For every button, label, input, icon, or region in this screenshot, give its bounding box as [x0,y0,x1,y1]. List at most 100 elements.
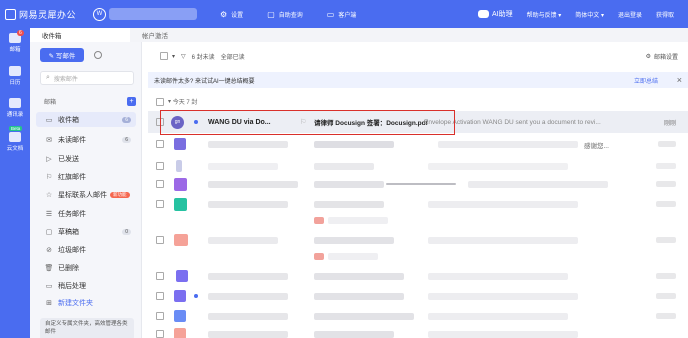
mail-row[interactable] [148,173,688,195]
compose-row: ✎ 写邮件 [40,48,102,62]
ai-summary-banner: 未读邮件太多? 来试试AI一键总结概要 立即总结 × [148,72,688,88]
brand-logo[interactable]: 网易灵犀办公 [5,8,91,21]
redacted-sender [208,292,288,300]
folder-unread[interactable]: ✉ 未读邮件 6 [36,132,136,147]
folder-later[interactable]: ▭ 稍后处理 [36,278,136,293]
folder-flagged[interactable]: ⚐ 红旗邮件 [36,169,136,184]
redacted-tag [314,252,324,260]
row-checkbox[interactable] [156,330,164,338]
spam-icon: ⊘ [46,246,52,254]
select-dropdown-icon[interactable]: ▾ [172,53,175,60]
docs-icon [9,132,21,142]
top-nav-client[interactable]: ▭ 客户端 [327,10,357,19]
mail-row[interactable] [148,323,688,338]
row-checkbox[interactable] [156,272,164,280]
unread-dot [194,294,198,298]
inbox-icon: ▭ [45,116,53,124]
mail-row[interactable] [148,265,688,287]
extra-link[interactable]: 获得取 [656,10,674,19]
folder-sent[interactable]: ▷ 已发送 [36,151,136,166]
redacted-preview [428,236,578,244]
query-icon: ▢ [267,9,275,19]
select-all-checkbox[interactable] [160,52,168,60]
rail-calendar[interactable]: 日历 [0,66,30,86]
redacted-preview [386,183,456,185]
redacted-subject [314,180,384,188]
redacted-date [656,313,676,319]
top-bar: 网易灵犀办公 W ⚙ 设置 ▢ 自助查询 ▭ 客户端 AI助理 帮助与反馈 ▾ … [0,0,688,28]
highlight-box [160,110,455,135]
top-nav-settings[interactable]: ⚙ 设置 [220,10,243,19]
redacted-sender [208,236,278,244]
folder-count: 6 [122,116,131,123]
avatar [174,328,186,338]
ai-summary-text: 未读邮件太多? 来试试AI一键总结概要 [154,78,255,85]
redacted-preview [428,330,578,338]
folder-drafts[interactable]: ▢ 草稿箱 0 [36,224,136,239]
top-nav-self-service[interactable]: ▢ 自助查询 [267,10,303,19]
rail-contacts-label: 通讯录 [6,112,24,118]
folder-count: 6 [122,136,131,143]
group-checkbox[interactable] [156,97,164,106]
redacted-sender [208,272,288,280]
mailbox-settings-link[interactable]: ⚙ 邮箱设置 [646,52,678,61]
folder-label: 收件箱 [58,116,79,124]
close-icon[interactable]: × [677,75,682,85]
rail-contacts[interactable]: 通讯录 [0,98,30,118]
refresh-icon[interactable] [94,51,102,59]
top-nav-client-label: 客户端 [338,12,357,19]
redacted-subject [314,292,404,300]
account-switcher[interactable]: W [93,6,197,22]
row-checkbox[interactable] [156,162,164,170]
mail-list-toolbar: ▾ ▽ 6 封未读 全部已读 ⚙ 邮箱设置 [142,42,688,70]
mark-all-read-button[interactable]: 全部已读 [221,52,245,61]
folder-inbox[interactable]: ▭ 收件箱 6 [36,112,136,127]
redacted-subject [314,236,394,244]
folder-starred-contacts[interactable]: ☆ 星标联系人邮件 新功能 [36,187,136,202]
task-list-icon: ☰ [45,210,53,218]
tab-account-activation[interactable]: 帐户激活 [130,28,180,42]
search-input[interactable]: ⌕ 搜索邮件 [40,71,134,85]
mail-row[interactable] [148,285,688,307]
mail-list-pane: ▾ ▽ 6 封未读 全部已读 ⚙ 邮箱设置 未读邮件太多? 来试试AI一键总结概… [142,42,688,338]
language-menu[interactable]: 简体中文 ▾ [575,10,604,19]
search-icon: ⌕ [46,74,50,81]
folder-tasks[interactable]: ☰ 任务邮件 [36,206,136,221]
avatar [174,310,186,322]
rail-docs[interactable]: Beta 云文档 [0,126,30,152]
summarize-now-link[interactable]: 立即总结 [634,76,658,85]
mail-logo-icon [5,8,16,20]
mailbox-section-header: 邮箱 + [44,97,136,106]
today-group-header[interactable]: ▾ 今天 7 封 [156,97,197,106]
redacted-preview [428,292,578,300]
redacted-preview [428,162,568,170]
mailbox-section-label: 邮箱 [44,100,57,106]
mail-row[interactable]: 感谢您... [148,133,688,155]
app-rail: 6 邮箱 日历 通讯录 Beta 云文档 [0,28,30,338]
mail-row[interactable] [148,245,688,267]
row-checkbox[interactable] [156,312,164,320]
row-checkbox[interactable] [156,200,164,208]
tab-inbox[interactable]: 收件箱 [30,28,130,42]
calendar-icon [9,66,21,76]
add-folder-icon[interactable]: + [127,97,136,106]
ai-assistant-button[interactable]: AI助理 [477,9,513,19]
folder-label: 稍后处理 [58,282,86,290]
folder-label: 垃圾邮件 [58,246,86,254]
row-checkbox[interactable] [156,236,164,244]
help-feedback-menu[interactable]: 帮助与反馈 ▾ [527,10,562,19]
row-checkbox[interactable] [156,140,164,148]
folder-spam[interactable]: ⊘ 垃圾邮件 [36,242,136,257]
compose-button[interactable]: ✎ 写邮件 [40,48,84,62]
new-folder-button[interactable]: ⊞ 新建文件夹 [36,295,136,310]
folder-label: 任务邮件 [58,210,86,218]
mail-row[interactable] [148,209,688,231]
row-checkbox[interactable] [156,180,164,188]
rail-mail[interactable]: 6 邮箱 [0,30,30,53]
folder-deleted[interactable]: 🗑 已删除 [36,260,136,275]
redacted-subject [314,330,394,338]
logout-link[interactable]: 退出登录 [618,10,642,19]
folder-label: 星标联系人邮件 [58,191,107,199]
row-checkbox[interactable] [156,292,164,300]
filter-icon[interactable]: ▽ [181,53,186,60]
